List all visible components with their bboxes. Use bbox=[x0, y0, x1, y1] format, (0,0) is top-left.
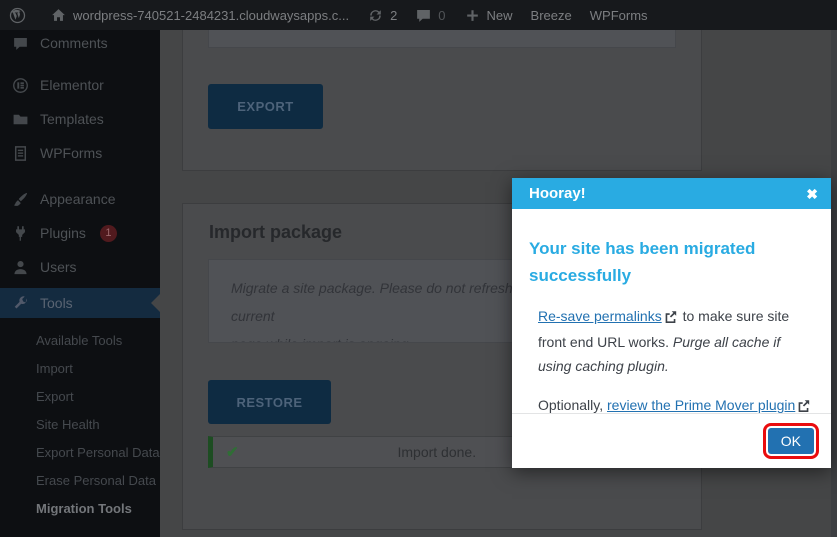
modal-header: Hooray! ✖ bbox=[512, 178, 831, 209]
close-icon[interactable]: ✖ bbox=[806, 187, 818, 201]
external-link-icon bbox=[664, 306, 677, 330]
sidebar-item-wpforms[interactable]: WPForms bbox=[0, 136, 160, 170]
admin-bar: wordpress-740521-2484231.cloudwaysapps.c… bbox=[0, 0, 837, 30]
modal-body: Your site has been migrated successfully… bbox=[512, 209, 831, 419]
submenu-item-export-personal-data[interactable]: Export Personal Data bbox=[0, 438, 160, 466]
restore-button[interactable]: RESTORE bbox=[208, 380, 331, 424]
updates-icon bbox=[367, 7, 384, 24]
admin-sidebar: Comments Elementor Templates WPForms App… bbox=[0, 30, 160, 537]
submenu-item-available-tools[interactable]: Available Tools bbox=[0, 326, 160, 354]
comment-bubble-icon bbox=[415, 7, 432, 24]
home-icon bbox=[50, 7, 67, 24]
site-name: wordpress-740521-2484231.cloudwaysapps.c… bbox=[73, 7, 350, 23]
modal-title: Hooray! bbox=[529, 185, 586, 202]
plugins-icon bbox=[10, 223, 30, 243]
breeze-label: Breeze bbox=[530, 7, 572, 23]
appearance-icon bbox=[10, 189, 30, 209]
plus-icon bbox=[464, 7, 481, 24]
wpforms-icon bbox=[10, 143, 30, 163]
permalinks-paragraph: Re-save permalinks to make sure site fro… bbox=[538, 304, 813, 378]
new-content-menu[interactable]: New bbox=[455, 0, 522, 30]
browser-scrollbar[interactable] bbox=[831, 30, 837, 537]
new-label: New bbox=[486, 7, 513, 23]
site-name-menu[interactable]: wordpress-740521-2484231.cloudwaysapps.c… bbox=[41, 0, 358, 30]
wpforms-label: WPForms bbox=[589, 7, 648, 23]
wordpress-logo-menu[interactable] bbox=[0, 0, 35, 30]
submenu-item-import[interactable]: Import bbox=[0, 354, 160, 382]
comments-menu[interactable]: 0 bbox=[406, 0, 454, 30]
submenu-item-migration-tools[interactable]: Migration Tools bbox=[0, 494, 160, 522]
sidebar-item-comments[interactable]: Comments bbox=[0, 30, 160, 56]
submenu-item-erase-personal-data[interactable]: Erase Personal Data bbox=[0, 466, 160, 494]
breeze-menu[interactable]: Breeze bbox=[522, 0, 581, 30]
export-button[interactable]: EXPORT bbox=[208, 84, 323, 129]
comments-count: 0 bbox=[438, 7, 446, 23]
plugins-update-badge: 1 bbox=[99, 224, 117, 242]
ok-button[interactable]: OK bbox=[762, 423, 820, 459]
elementor-icon bbox=[10, 75, 30, 95]
check-icon: ✔ bbox=[226, 444, 239, 461]
tools-icon bbox=[10, 293, 30, 313]
sidebar-item-users[interactable]: Users bbox=[0, 250, 160, 284]
sidebar-item-appearance[interactable]: Appearance bbox=[0, 182, 160, 216]
hooray-modal: Hooray! ✖ Your site has been migrated su… bbox=[512, 178, 831, 468]
resave-permalinks-link[interactable]: Re-save permalinks bbox=[538, 308, 662, 324]
optionally-text: Optionally, bbox=[538, 397, 607, 414]
tools-submenu: Available Tools Import Export Site Health Ex… bbox=[0, 318, 160, 522]
migration-success-heading: Your site has been migrated successfully bbox=[529, 239, 756, 286]
submenu-item-site-health[interactable]: Site Health bbox=[0, 410, 160, 438]
export-package-card: EXPORT bbox=[182, 30, 702, 171]
users-icon bbox=[10, 257, 30, 277]
export-description-box bbox=[208, 30, 676, 48]
modal-footer: OK bbox=[512, 413, 831, 468]
updates-count: 2 bbox=[390, 7, 398, 23]
wpforms-menu[interactable]: WPForms bbox=[581, 0, 657, 30]
sidebar-item-templates[interactable]: Templates bbox=[0, 102, 160, 136]
comments-icon bbox=[10, 33, 30, 53]
review-prime-mover-link[interactable]: review the Prime Mover plugin bbox=[607, 397, 795, 413]
updates-menu[interactable]: 2 bbox=[358, 0, 406, 30]
sidebar-item-plugins[interactable]: Plugins 1 bbox=[0, 216, 160, 250]
templates-icon bbox=[10, 109, 30, 129]
wordpress-logo-icon bbox=[9, 7, 26, 24]
submenu-item-export[interactable]: Export bbox=[0, 382, 160, 410]
sidebar-item-elementor[interactable]: Elementor bbox=[0, 68, 160, 102]
sidebar-item-tools[interactable]: Tools bbox=[0, 288, 160, 318]
